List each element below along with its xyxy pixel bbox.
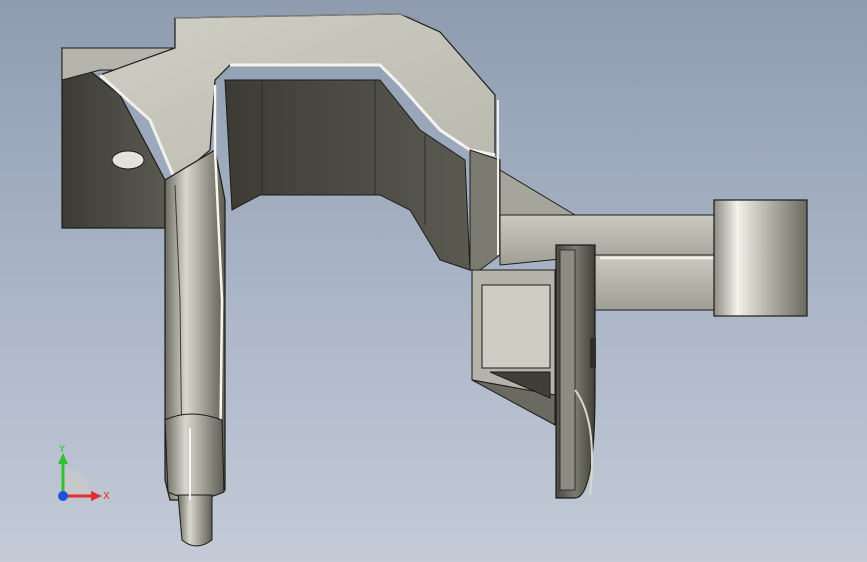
mounting-hole [111, 150, 145, 170]
bracket-part-model[interactable] [0, 0, 867, 562]
cylinder-boss[interactable] [713, 199, 808, 317]
z-axis-dot-icon [58, 491, 68, 501]
triad-y-label: Y [58, 444, 66, 455]
lower-pocket [471, 269, 556, 426]
axis-triad: Y X [58, 444, 110, 502]
triad-x-label: X [103, 491, 110, 502]
cad-viewport[interactable]: Y X [0, 0, 867, 562]
triad-plane-icon [63, 468, 91, 496]
lug-plate[interactable] [555, 244, 596, 499]
